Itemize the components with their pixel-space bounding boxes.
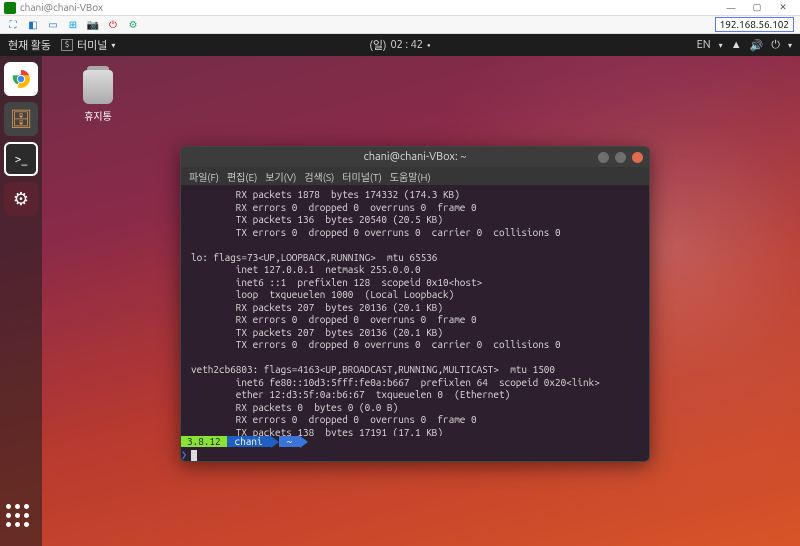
snapshot-icon[interactable]: 📷	[86, 18, 100, 32]
menu-search[interactable]: 검색(S)	[304, 169, 334, 184]
terminal-input-line[interactable]: ❯	[181, 449, 649, 461]
virtualbox-toolbar: ⛶ ◧ ▭ ⊞ 📷 ⏻ ⚙ 192.168.56.102	[0, 16, 800, 34]
trash-icon	[83, 70, 113, 104]
active-app-indicator[interactable]: $ 터미널 ▾	[61, 37, 115, 53]
clock[interactable]: (일) 02 : 42 ●	[369, 37, 430, 53]
launcher-dock: 🗄 >_ ⚙	[0, 56, 42, 546]
active-app-name: 터미널	[77, 37, 107, 53]
terminal-title: chani@chani-VBox: ~	[364, 151, 467, 163]
terminal-prompt[interactable]: 3.8.12 chani ~	[181, 436, 649, 449]
vm-ip-field[interactable]: 192.168.56.102	[715, 17, 794, 32]
seamless-icon[interactable]: ◧	[26, 18, 40, 32]
terminal-icon: $	[61, 39, 73, 51]
virtualbox-icon	[4, 2, 16, 14]
trash-label: 휴지통	[74, 108, 122, 123]
menu-view[interactable]: 보기(V)	[265, 169, 296, 184]
ubuntu-desktop: 현재 활동 $ 터미널 ▾ (일) 02 : 42 ● EN ▾ ▲ 🔊 ⏻ ▾	[0, 34, 800, 546]
maximize-button[interactable]: ▢	[744, 1, 770, 15]
fullscreen-icon[interactable]: ⛶	[6, 18, 20, 32]
clock-day: (일)	[369, 37, 386, 53]
minimize-button[interactable]: —	[718, 1, 744, 15]
host-window-titlebar: chani@chani-VBox — ▢ ✕	[0, 0, 800, 16]
settings-launcher[interactable]: ⚙	[4, 182, 38, 216]
vm-close-icon[interactable]: ⏻	[106, 18, 120, 32]
window-close-button[interactable]	[632, 152, 643, 163]
terminal-menubar: 파일(F) 편집(E) 보기(V) 검색(S) 터미널(T) 도움말(H)	[181, 167, 649, 185]
terminal-window[interactable]: chani@chani-VBox: ~ 파일(F) 편집(E) 보기(V) 검색…	[180, 146, 650, 462]
terminal-titlebar[interactable]: chani@chani-VBox: ~	[181, 147, 649, 167]
terminal-output[interactable]: RX packets 1878 bytes 174332 (174.3 KB) …	[181, 185, 649, 436]
menu-terminal[interactable]: 터미널(T)	[342, 169, 381, 184]
chevron-down-icon: ▾	[111, 41, 115, 50]
chevron-down-icon: ▾	[788, 41, 792, 50]
show-applications-button[interactable]	[6, 504, 36, 534]
prompt-env: 3.8.12	[181, 436, 227, 447]
prompt-cwd: ~	[279, 436, 301, 447]
vm-settings-icon[interactable]: ⚙	[126, 18, 140, 32]
chrome-icon	[10, 68, 32, 90]
terminal-launcher[interactable]: >_	[4, 142, 38, 176]
files-launcher[interactable]: 🗄	[4, 102, 38, 136]
host-window-title: chani@chani-VBox	[20, 2, 103, 13]
sound-icon[interactable]: 🔊	[750, 39, 764, 52]
trash-desktop-icon[interactable]: 휴지통	[74, 70, 122, 123]
menu-edit[interactable]: 편집(E)	[227, 169, 257, 184]
window-maximize-button[interactable]	[615, 152, 626, 163]
clock-time: 02 : 42	[390, 39, 423, 51]
chevron-down-icon: ▾	[719, 41, 723, 50]
power-icon[interactable]: ⏻	[771, 39, 780, 52]
terminal-prompt-icon: >_	[15, 153, 28, 166]
activities-button[interactable]: 현재 활동	[8, 37, 51, 53]
folder-icon: 🗄	[10, 109, 33, 130]
menu-help[interactable]: 도움말(H)	[390, 169, 431, 184]
chrome-launcher[interactable]	[4, 62, 38, 96]
scale-icon[interactable]: ▭	[46, 18, 60, 32]
network-icon[interactable]: ▲	[731, 39, 742, 51]
prompt-chevron-icon: ❯	[181, 449, 187, 461]
gear-icon: ⚙	[13, 189, 29, 210]
menu-file[interactable]: 파일(F)	[189, 169, 219, 184]
prompt-user: chani	[227, 436, 271, 447]
windows-icon[interactable]: ⊞	[66, 18, 80, 32]
close-button[interactable]: ✕	[770, 1, 796, 15]
window-minimize-button[interactable]	[598, 152, 609, 163]
gnome-topbar: 현재 활동 $ 터미널 ▾ (일) 02 : 42 ● EN ▾ ▲ 🔊 ⏻ ▾	[0, 34, 800, 56]
input-source-indicator[interactable]: EN	[697, 39, 711, 51]
terminal-cursor	[191, 450, 197, 461]
